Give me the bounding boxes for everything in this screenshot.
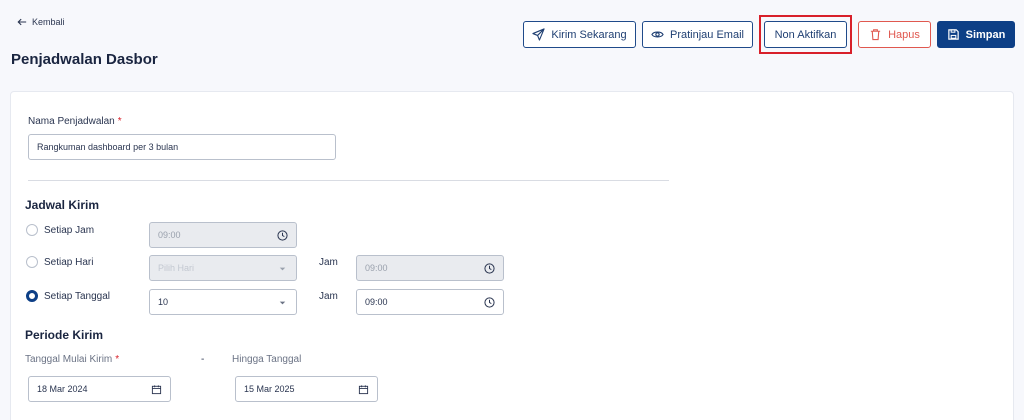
schedule-name-label-text: Nama Penjadwalan [28, 116, 115, 127]
toolbar: Kirim Sekarang Pratinjau Email Non Aktif… [523, 15, 1015, 54]
every-date-time-value: 09:00 [365, 297, 388, 307]
end-date-input[interactable]: 15 Mar 2025 [235, 376, 378, 402]
preview-email-label: Pratinjau Email [670, 28, 744, 41]
radio-every-date[interactable]: Setiap Tanggal [26, 290, 110, 302]
required-marker: * [115, 354, 120, 365]
start-date-label-text: Tanggal Mulai Kirim [25, 354, 113, 365]
page-title: Penjadwalan Dasbor [11, 51, 158, 68]
date-range-separator: - [201, 354, 205, 365]
schedule-name-value: Rangkuman dashboard per 3 bulan [37, 142, 179, 152]
schedule-name-input[interactable]: Rangkuman dashboard per 3 bulan [28, 134, 336, 160]
send-period-title: Periode Kirim [25, 328, 104, 342]
start-date-value: 18 Mar 2024 [37, 384, 88, 394]
calendar-icon [358, 384, 369, 394]
every-date-time-label: Jam [319, 291, 338, 302]
every-day-time-label: Jam [319, 257, 338, 268]
deactivate-label: Non Aktifkan [774, 28, 837, 41]
date-select[interactable]: 10 [149, 289, 297, 315]
radio-every-day[interactable]: Setiap Hari [26, 256, 93, 268]
day-select-placeholder: Pilih Hari [158, 263, 195, 273]
every-date-time-input[interactable]: 09:00 [356, 289, 504, 315]
send-icon [532, 28, 546, 41]
required-marker: * [117, 116, 122, 127]
end-date-value: 15 Mar 2025 [244, 384, 295, 394]
send-schedule-title: Jadwal Kirim [25, 198, 100, 212]
save-label: Simpan [965, 28, 1006, 41]
every-hour-time-value: 09:00 [158, 230, 181, 240]
every-day-time-value: 09:00 [365, 263, 388, 273]
chevron-down-icon [279, 267, 286, 270]
back-link[interactable]: Kembali [17, 17, 65, 27]
start-date-input[interactable]: 18 Mar 2024 [28, 376, 171, 402]
back-link-label: Kembali [32, 17, 65, 27]
deactivate-highlight: Non Aktifkan [759, 15, 852, 54]
every-hour-time-input[interactable]: 09:00 [149, 222, 297, 248]
chevron-down-icon [279, 301, 286, 304]
day-select[interactable]: Pilih Hari [149, 255, 297, 281]
end-date-label: Hingga Tanggal [232, 354, 302, 365]
radio-every-hour-label: Setiap Jam [44, 224, 95, 236]
send-now-label: Kirim Sekarang [551, 28, 627, 41]
clock-icon [484, 296, 495, 308]
delete-label: Hapus [888, 28, 920, 41]
date-select-value: 10 [158, 297, 169, 307]
eye-icon [651, 31, 664, 38]
clock-icon [484, 262, 495, 274]
deactivate-button[interactable]: Non Aktifkan [764, 21, 847, 48]
radio-button[interactable] [26, 224, 38, 236]
radio-every-day-label: Setiap Hari [44, 256, 94, 268]
calendar-icon [151, 384, 162, 394]
send-now-button[interactable]: Kirim Sekarang [523, 21, 636, 48]
schedule-form-card: Nama Penjadwalan * Rangkuman dashboard pe… [10, 91, 1014, 420]
schedule-name-label: Nama Penjadwalan * [28, 116, 122, 127]
radio-every-hour[interactable]: Setiap Jam [26, 224, 94, 236]
every-day-time-input[interactable]: 09:00 [356, 255, 504, 281]
clock-icon [277, 229, 288, 241]
radio-every-date-label: Setiap Tanggal [44, 290, 110, 302]
arrow-left-icon [17, 18, 27, 26]
radio-button[interactable] [26, 256, 38, 268]
save-button[interactable]: Simpan [937, 21, 1015, 48]
start-date-label: Tanggal Mulai Kirim * [25, 354, 119, 365]
divider [28, 180, 669, 181]
trash-icon [870, 29, 881, 41]
preview-email-button[interactable]: Pratinjau Email [642, 21, 753, 48]
floppy-disk-icon [947, 29, 959, 40]
delete-button[interactable]: Hapus [858, 21, 931, 48]
radio-button-selected[interactable] [26, 290, 38, 302]
